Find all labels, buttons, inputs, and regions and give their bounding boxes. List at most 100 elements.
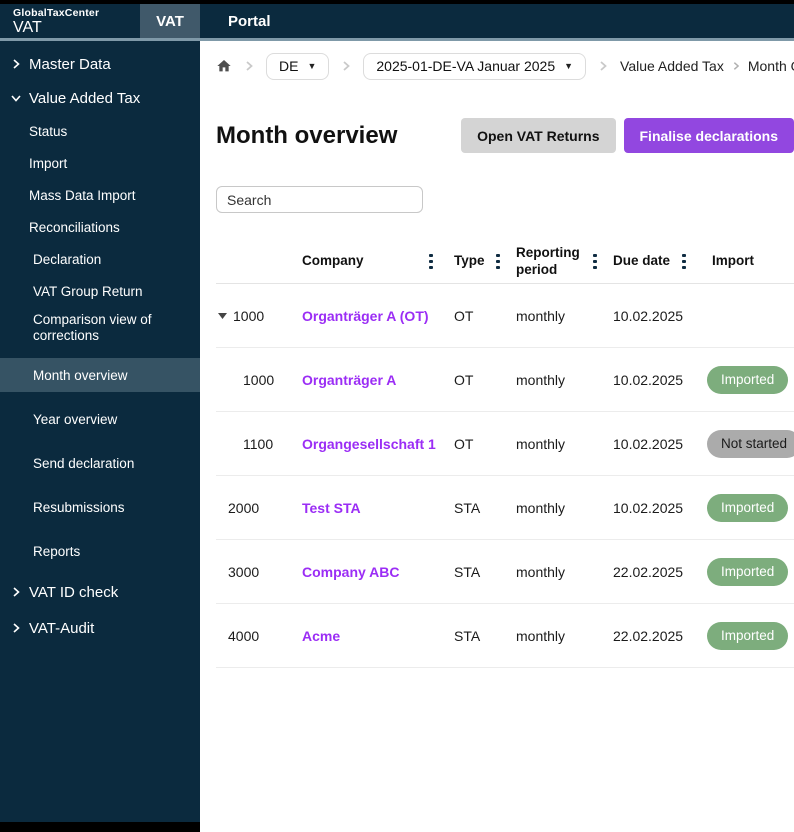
due-date: 10.02.2025 [613, 435, 684, 452]
breadcrumb-separator-icon [597, 60, 609, 72]
column-menu-icon[interactable] [493, 251, 503, 273]
company-link[interactable]: Organträger A [302, 372, 396, 388]
sidebar-item-label: Reconciliations [29, 219, 120, 235]
sidebar-item-year-overview[interactable]: Year overview [0, 397, 200, 441]
sidebar-item-vat-group-return[interactable]: VAT Group Return [0, 275, 200, 307]
app-logo: GlobalTaxCenter VAT [13, 7, 99, 37]
column-header-due-date[interactable]: Due date [605, 253, 673, 269]
search-input[interactable] [216, 186, 423, 213]
column-menu-icon[interactable] [590, 251, 600, 273]
sidebar-item-label: Reports [33, 543, 81, 559]
breadcrumb-separator-icon [243, 60, 255, 72]
app-header: GlobalTaxCenter VAT VAT Portal [0, 4, 794, 38]
logo-module-name: VAT [13, 19, 42, 36]
sidebar-item-label: Month overview [33, 367, 128, 383]
column-menu-icon[interactable] [679, 251, 689, 273]
sidebar-item-label: Master Data [29, 55, 111, 73]
company-type: STA [454, 563, 481, 580]
table-row[interactable]: 2000 Test STA STA monthly 10.02.2025 Imp… [216, 476, 794, 540]
breadcrumb-section[interactable]: Value Added Tax [620, 58, 724, 74]
sidebar-item-send-declaration[interactable]: Send declaration [0, 441, 200, 485]
company-type: OT [454, 307, 474, 324]
company-id: 1000 [233, 307, 265, 324]
sidebar-item-master-data[interactable]: Master Data [0, 47, 200, 81]
sidebar-footer-bar [0, 822, 200, 832]
table-row[interactable]: 3000 Company ABC STA monthly 22.02.2025 … [216, 540, 794, 604]
sidebar-item-vat-audit[interactable]: VAT-Audit [0, 610, 200, 646]
due-date: 22.02.2025 [613, 563, 684, 580]
sidebar-item-vat-id-check[interactable]: VAT ID check [0, 574, 200, 610]
period-dropdown-value: 2025-01-DE-VA Januar 2025 [376, 58, 556, 74]
company-type: STA [454, 499, 481, 516]
company-id: 3000 [228, 563, 260, 580]
sidebar-item-label: Send declaration [33, 455, 135, 471]
column-header-company[interactable]: Company [302, 253, 420, 269]
reporting-period: monthly [516, 435, 566, 452]
page-title: Month overview [216, 121, 398, 149]
company-id: 1000 [243, 371, 275, 388]
sidebar-item-label: Comparison view of corrections [33, 312, 152, 343]
sidebar-item-month-overview[interactable]: Month overview [0, 358, 200, 392]
sidebar-item-label: Resubmissions [33, 499, 125, 515]
sidebar-item-import[interactable]: Import [0, 147, 200, 179]
breadcrumb-current: Month Overview [747, 58, 794, 74]
chevron-right-icon [10, 622, 22, 634]
sidebar-item-label: Value Added Tax [29, 89, 141, 107]
table-row[interactable]: 1000 Organträger A (OT) OT monthly 10.02… [216, 284, 794, 348]
chevron-right-icon [10, 58, 22, 70]
column-menu-icon[interactable] [426, 251, 436, 273]
breadcrumb-separator-icon [340, 60, 352, 72]
caret-down-icon: ▼ [564, 61, 574, 71]
sidebar-item-reconciliations[interactable]: Reconciliations [0, 211, 200, 243]
open-vat-returns-button[interactable]: Open VAT Returns [461, 118, 616, 153]
column-header-reporting-period[interactable]: Reporting period [508, 245, 585, 277]
company-id: 4000 [228, 627, 260, 644]
due-date: 10.02.2025 [613, 371, 684, 388]
table-row[interactable]: 1100 Organgesellschaft 1 OT monthly 10.0… [216, 412, 794, 476]
column-header-type[interactable]: Type [442, 253, 488, 269]
sidebar-item-status[interactable]: Status [0, 115, 200, 147]
company-type: OT [454, 371, 474, 388]
sidebar-item-label: Status [29, 123, 68, 139]
chevron-right-icon [10, 586, 22, 598]
column-header-import[interactable]: Import [695, 253, 794, 269]
company-link[interactable]: Test STA [302, 500, 361, 516]
row-collapse-icon[interactable] [218, 312, 227, 319]
tab-portal[interactable]: Portal [200, 4, 299, 38]
reporting-period: monthly [516, 563, 566, 580]
reporting-period: monthly [516, 627, 566, 644]
breadcrumb-separator-icon [731, 61, 741, 71]
country-dropdown[interactable]: DE ▼ [266, 52, 330, 80]
sidebar-item-reports[interactable]: Reports [0, 529, 200, 573]
sidebar-item-value-added-tax[interactable]: Value Added Tax [0, 81, 200, 115]
sidebar-item-comparison-view[interactable]: Comparison view of corrections [0, 307, 200, 349]
sidebar-item-resubmissions[interactable]: Resubmissions [0, 485, 200, 529]
home-icon[interactable] [216, 58, 232, 74]
sidebar-item-label: Declaration [33, 251, 102, 267]
finalise-declarations-button[interactable]: Finalise declarations [623, 118, 794, 153]
company-link[interactable]: Organgesellschaft 1 [302, 436, 436, 452]
status-badge: Imported [707, 621, 789, 650]
breadcrumb: DE ▼ 2025-01-DE-VA Januar 2025 ▼ Value A… [216, 52, 794, 80]
reporting-period: monthly [516, 371, 566, 388]
logo-product-name: GlobalTaxCenter [13, 7, 100, 19]
status-badge: Imported [707, 365, 789, 394]
period-dropdown[interactable]: 2025-01-DE-VA Januar 2025 ▼ [363, 52, 587, 80]
month-overview-table: Company Type Reporting period Due date I… [216, 240, 794, 668]
sidebar-item-declaration[interactable]: Declaration [0, 243, 200, 275]
title-buttons: Open VAT Returns Finalise declarations [461, 118, 794, 153]
title-row: Month overview Open VAT Returns Finalise… [216, 118, 794, 153]
table-row[interactable]: 1000 Organträger A OT monthly 10.02.2025… [216, 348, 794, 412]
due-date: 10.02.2025 [613, 499, 684, 516]
sidebar-item-label: Mass Data Import [29, 187, 136, 203]
tab-vat[interactable]: VAT [140, 4, 200, 38]
sidebar-item-label: Year overview [33, 411, 118, 427]
company-link[interactable]: Organträger A (OT) [302, 308, 429, 324]
sidebar-item-label: Import [29, 155, 68, 171]
reporting-period: monthly [516, 307, 566, 324]
country-dropdown-value: DE [279, 58, 299, 74]
company-link[interactable]: Company ABC [302, 564, 400, 580]
sidebar-item-mass-data-import[interactable]: Mass Data Import [0, 179, 200, 211]
company-link[interactable]: Acme [302, 628, 340, 644]
table-row[interactable]: 4000 Acme STA monthly 22.02.2025 Importe… [216, 604, 794, 668]
